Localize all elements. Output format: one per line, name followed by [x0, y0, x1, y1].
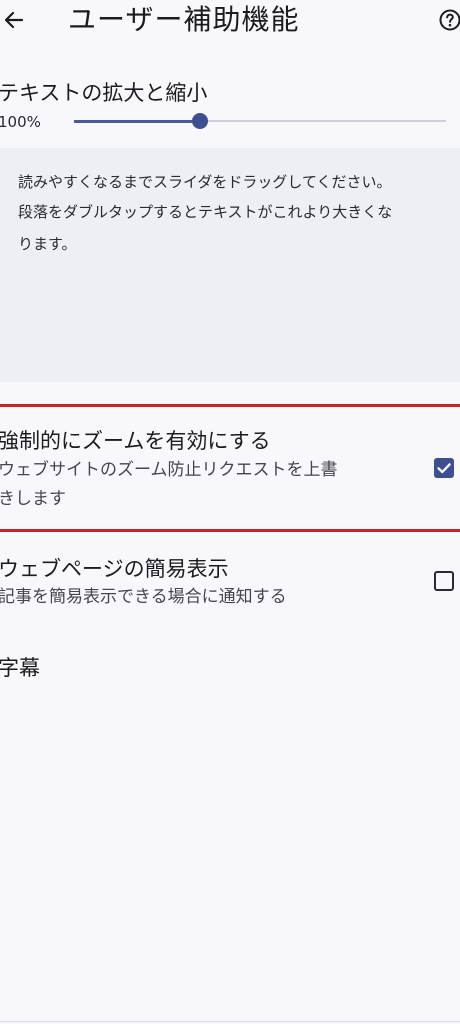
text-zoom-slider[interactable]: [74, 110, 446, 132]
slider-fill: [74, 120, 201, 123]
force-zoom-checkbox[interactable]: [434, 458, 454, 478]
force-zoom-subtitle: きします: [0, 489, 66, 509]
captions-title: 字幕: [0, 656, 40, 680]
text-preview: 読みやすくなるまでスライダをドラッグしてください。 段落をダブルタップするとテキ…: [0, 148, 460, 382]
arrow-left-icon: [4, 11, 24, 29]
check-icon: [437, 463, 451, 474]
force-zoom-title: 強制的にズームを有効にする: [0, 429, 271, 453]
simplified-view-checkbox[interactable]: [434, 571, 454, 591]
slider-thumb[interactable]: [192, 113, 209, 129]
force-zoom-setting[interactable]: 強制的にズームを有効にする ウェブサイトのズーム防止リクエストを上書 きします: [0, 404, 460, 532]
preview-line: 段落をダブルタップするとテキストがこれより大きくな: [18, 203, 393, 221]
help-button[interactable]: [436, 6, 460, 34]
simplified-view-setting[interactable]: ウェブページの簡易表示 記事を簡易表示できる場合に通知する: [0, 548, 460, 618]
preview-line: ります。: [18, 235, 77, 253]
preview-line: 読みやすくなるまでスライダをドラッグしてください。: [18, 173, 392, 191]
text-zoom-title: テキストの拡大と縮小: [0, 81, 208, 105]
simplified-view-title: ウェブページの簡易表示: [0, 557, 229, 581]
page-title: ユーザー補助機能: [68, 3, 300, 36]
back-button[interactable]: [0, 2, 30, 38]
force-zoom-subtitle: ウェブサイトのズーム防止リクエストを上書: [0, 460, 338, 480]
text-zoom-value: 100%: [0, 113, 41, 131]
simplified-view-subtitle: 記事を簡易表示できる場合に通知する: [0, 587, 287, 607]
bottom-divider: [0, 1021, 460, 1022]
captions-setting[interactable]: 字幕: [0, 650, 460, 690]
help-circle-icon: [439, 9, 460, 31]
app-bar: ユーザー補助機能: [0, 0, 460, 44]
